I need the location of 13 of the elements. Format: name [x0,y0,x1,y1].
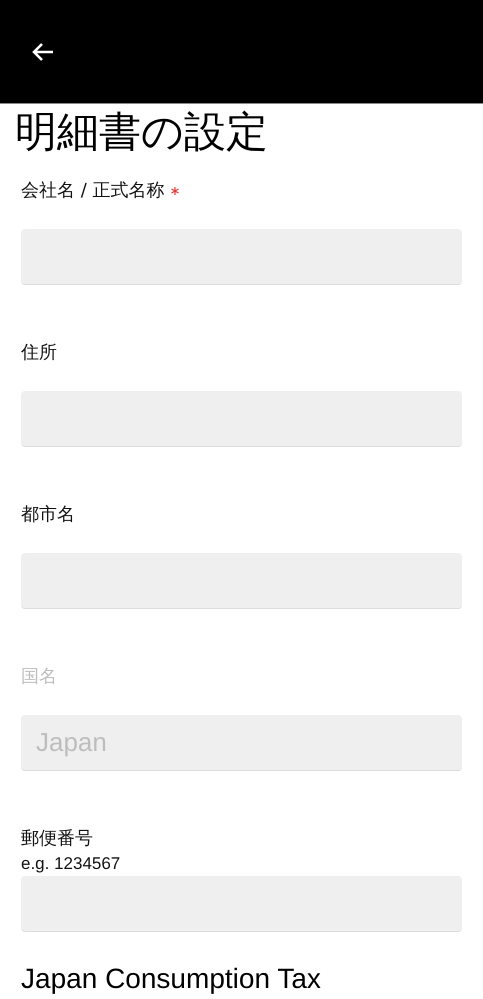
page-title: 明細書の設定 [14,106,269,158]
input-field[interactable] [21,553,462,609]
input-field[interactable] [21,229,462,285]
input-field[interactable] [21,391,462,447]
field-label: 会社名 / 正式名称 [21,179,165,203]
field-label: 住所 [21,341,57,365]
field-label: 国名 [21,665,57,689]
field-label: 都市名 [21,503,75,527]
field-hint: e.g. 1234567 [21,853,122,875]
input-field[interactable] [21,876,462,932]
field-label: 郵便番号 [21,827,93,851]
back-arrow-icon [32,42,54,62]
section-heading: Japan Consumption Tax [20,962,322,996]
